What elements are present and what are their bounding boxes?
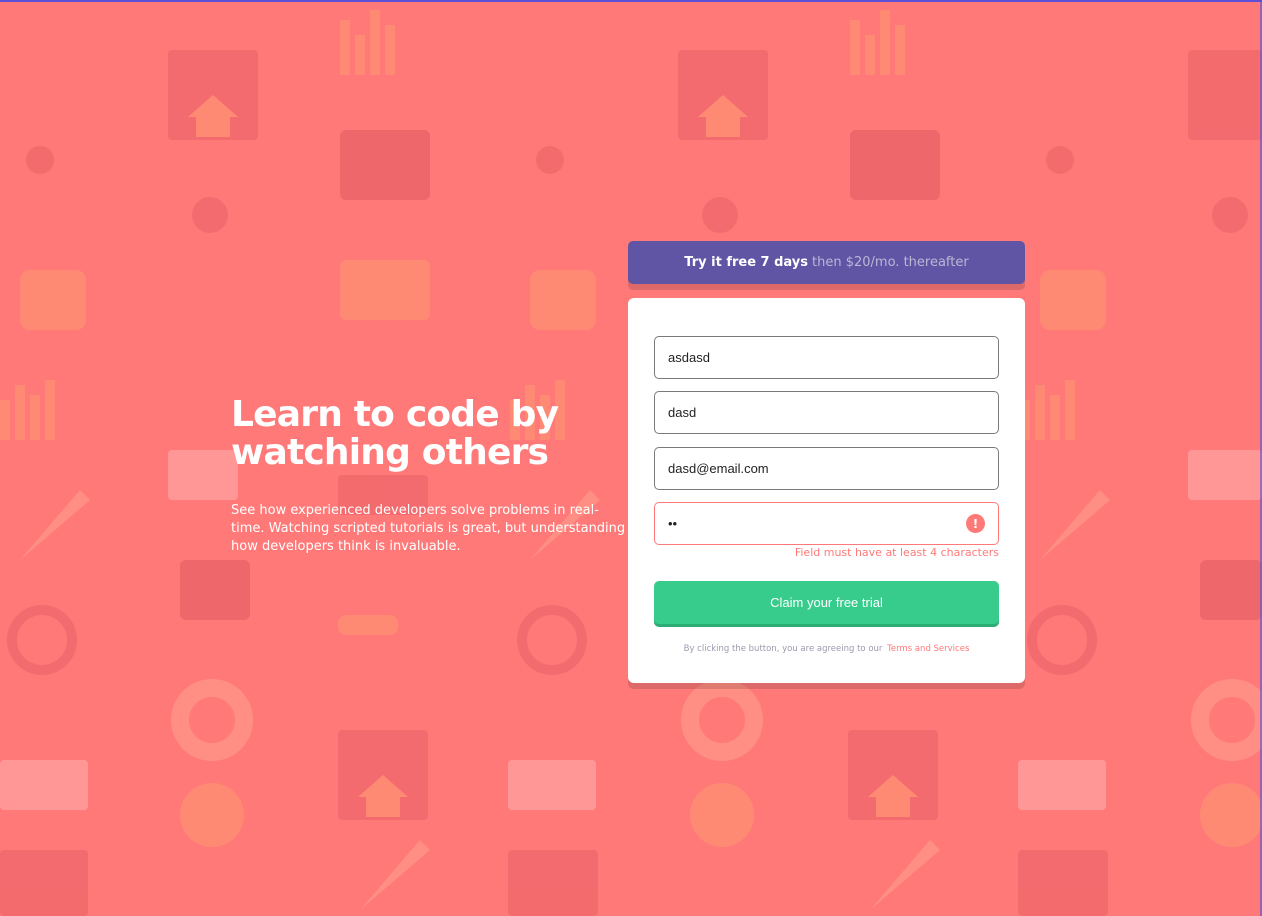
terms-link[interactable]: Terms and Services — [887, 644, 969, 654]
hero-description: See how experienced developers solve pro… — [231, 503, 626, 554]
claim-trial-button[interactable]: Claim your free trial — [654, 581, 999, 624]
password-field[interactable]: ! — [654, 502, 999, 545]
terms-text: By clicking the button, you are agreeing… — [683, 644, 883, 654]
promo-light-text: then $20/mo. thereafter — [812, 255, 969, 270]
last-name-input[interactable] — [655, 405, 968, 420]
first-name-input[interactable] — [655, 350, 968, 365]
promo-banner: Try it free 7 days then $20/mo. thereaft… — [628, 241, 1025, 284]
signup-card: ! Field must have at least 4 characters … — [628, 298, 1025, 683]
promo-strong-text: Try it free 7 days — [684, 255, 809, 270]
window-top-border — [0, 0, 1262, 2]
email-field[interactable] — [654, 447, 999, 490]
first-name-field[interactable] — [654, 336, 999, 379]
password-error-message: Field must have at least 4 characters — [794, 546, 999, 559]
email-input[interactable] — [655, 461, 968, 476]
terms-notice: By clicking the button, you are agreeing… — [628, 644, 1025, 654]
hero-section: Learn to code by watching others See how… — [231, 396, 631, 556]
hero-title: Learn to code by watching others — [231, 394, 559, 473]
password-input[interactable] — [655, 516, 968, 531]
last-name-field[interactable] — [654, 391, 999, 434]
alert-icon: ! — [966, 514, 985, 533]
